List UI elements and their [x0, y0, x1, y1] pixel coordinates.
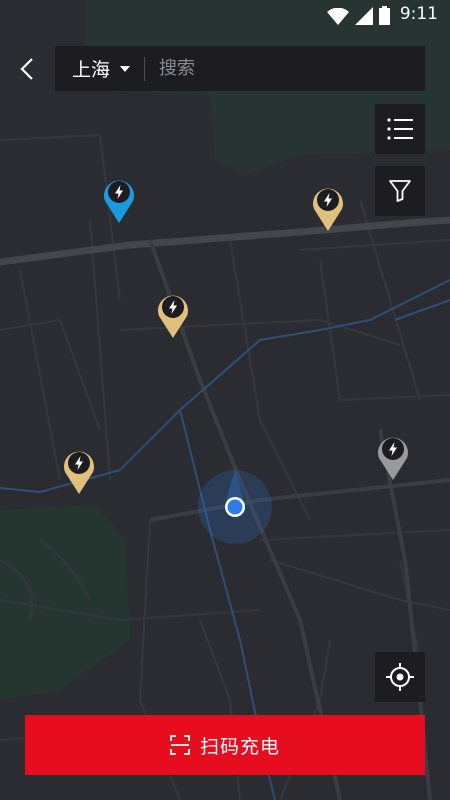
- city-selector[interactable]: 上海: [55, 46, 144, 91]
- cellular-signal-icon: [355, 7, 373, 25]
- list-view-button[interactable]: [375, 104, 425, 154]
- wifi-icon: [327, 8, 349, 25]
- filter-button[interactable]: [375, 166, 425, 216]
- charging-station-pin-available[interactable]: [62, 446, 96, 496]
- main-roads: [0, 216, 450, 266]
- charging-station-pin-selected[interactable]: [102, 175, 136, 225]
- status-icons: [327, 6, 390, 25]
- status-bar: 9:11: [0, 0, 450, 30]
- back-button[interactable]: [12, 52, 42, 86]
- caret-down-icon: [120, 65, 131, 72]
- city-label: 上海: [72, 59, 111, 81]
- battery-icon: [379, 6, 390, 25]
- charging-station-pin-available[interactable]: [156, 290, 190, 340]
- locate-me-button[interactable]: [375, 652, 425, 702]
- list-icon: [387, 118, 413, 140]
- status-time: 9:11: [399, 4, 438, 24]
- charging-station-pin-available[interactable]: [311, 183, 345, 233]
- scan-to-charge-label: 扫码充电: [199, 735, 280, 758]
- scan-icon: [170, 735, 190, 755]
- scan-to-charge-button[interactable]: 扫码充电: [25, 715, 425, 775]
- search-bar: 上海: [55, 45, 425, 92]
- current-location-marker: [198, 470, 272, 544]
- search-input[interactable]: [145, 45, 425, 92]
- filter-icon: [389, 180, 411, 202]
- charging-map-screen: 9:11 上海 搜索 扫码充电: [0, 0, 450, 800]
- charging-station-pin-offline[interactable]: [376, 432, 410, 482]
- chevron-left-icon: [20, 58, 33, 80]
- crosshair-icon: [386, 663, 414, 691]
